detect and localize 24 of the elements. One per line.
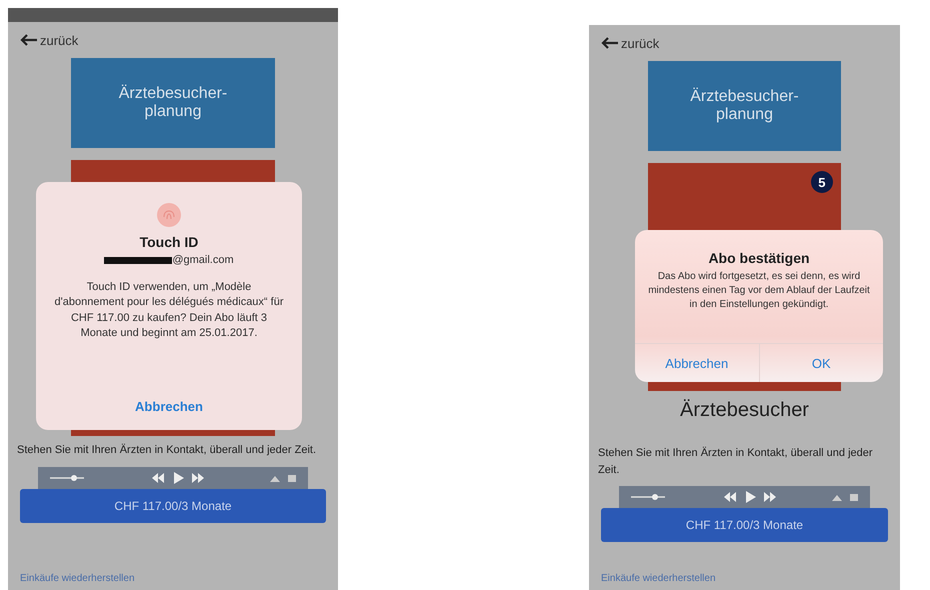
back-button[interactable]: zurück (599, 34, 662, 52)
back-button[interactable]: zurück (18, 30, 80, 50)
menu-tile[interactable]: Ärztebesucher-planung (648, 61, 841, 151)
count-badge: 5 (810, 171, 833, 193)
dialog-title: Abo bestätigen (708, 250, 810, 266)
redaction-bar (104, 256, 172, 264)
dialog-button[interactable]: OK (758, 344, 883, 382)
dialog-button[interactable]: Abbrechen (635, 344, 758, 382)
description-text: Stehen Sie mit Ihren Ärzten in Kontakt, überall und jeder Zeit. (16, 442, 317, 458)
restore-purchases-link[interactable]: Einkäufe wiederherstellen (20, 573, 135, 584)
app-title: Ärztebesucher (679, 399, 810, 423)
email-text: @gmail.com (172, 254, 234, 266)
dialog-title: Touch ID (140, 234, 198, 250)
dialog-message: Das Abo wird fortgesetzt, es sei denn, es wird mindestens einen Tag vor dem Ablauf der Laufzeit in den Einstellungen gekündigt. (647, 270, 871, 312)
price-button[interactable]: CHF 117.00/3 Monate (20, 488, 326, 522)
restore-purchases-link[interactable]: Einkäufe wiederherstellen (601, 573, 716, 584)
price-button[interactable]: CHF 117.00/3 Monate (601, 508, 888, 542)
back-arrow-icon (601, 37, 619, 49)
fingerprint-icon (156, 202, 182, 228)
cancel-button[interactable]: Abbrechen (127, 395, 211, 418)
dialog-message: Touch ID verwenden, um „Modèle d'abonnement pour les délégués médicaux“ für CHF 117.00 zu kaufen? Dein Abo läuft 3 Monate und beginnt am 25.01.2017. (54, 280, 284, 342)
back-arrow-icon (20, 34, 38, 46)
description-text: Stehen Sie mit Ihren Ärzten in Kontakt, überall und jeder Zeit. (597, 446, 874, 478)
menu-tile[interactable]: Ärztebesucher-planung (70, 58, 276, 148)
